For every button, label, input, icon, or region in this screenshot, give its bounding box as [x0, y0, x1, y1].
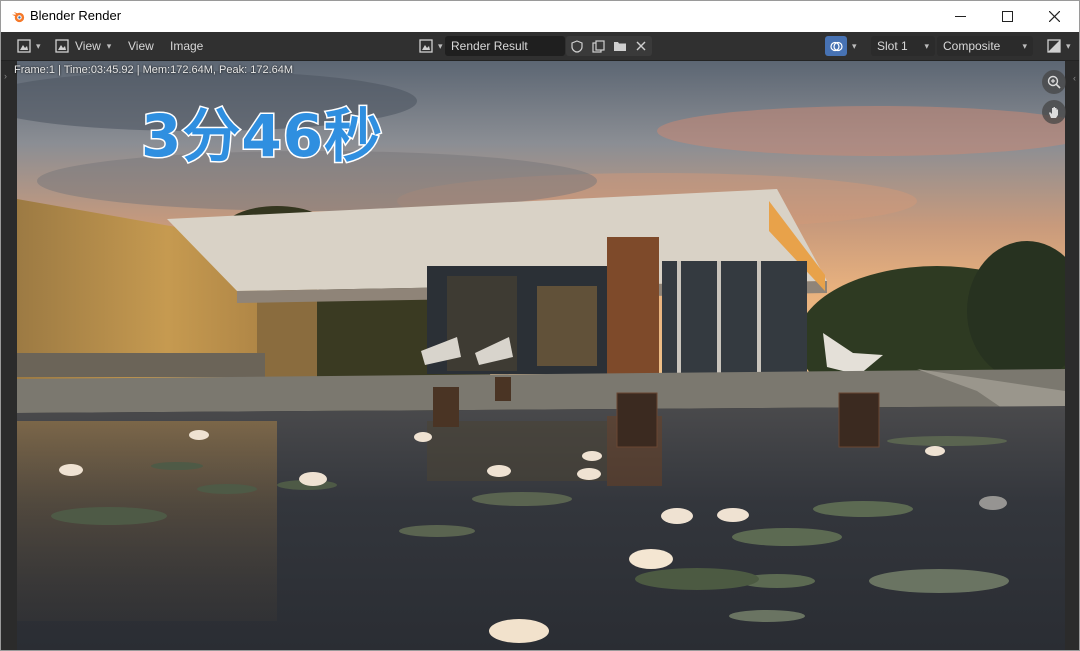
shield-icon	[571, 39, 583, 53]
zoom-button[interactable]	[1042, 70, 1066, 94]
window-title: Blender Render	[30, 8, 122, 23]
new-image-button[interactable]	[588, 36, 610, 56]
minimize-button[interactable]	[937, 1, 983, 32]
maximize-icon	[1001, 11, 1013, 22]
menu-image-label: Image	[170, 39, 204, 53]
slot-dropdown[interactable]: Slot 1 ▾	[871, 36, 935, 56]
chevron-down-icon: ▾	[1022, 40, 1027, 51]
render-pass-value: Composite	[943, 39, 1001, 53]
image-viewport[interactable]: › ‹ Frame:1 | Time:03:45.92 | Mem:172.64…	[1, 61, 1079, 650]
hand-icon	[1049, 107, 1058, 118]
chevron-down-icon: ▾	[852, 40, 857, 51]
zoom-icon	[1047, 75, 1061, 89]
image-name-value: Render Result	[451, 39, 528, 53]
close-icon	[636, 41, 646, 51]
slot-value: Slot 1	[877, 39, 908, 53]
display-channels-dropdown[interactable]: ▾	[1043, 36, 1071, 56]
menu-image[interactable]: Image	[170, 36, 203, 56]
color-alpha-icon	[1043, 36, 1065, 56]
render-stats: Frame:1 | Time:03:45.92 | Mem:172.64M, P…	[14, 64, 294, 76]
duplicate-icon	[592, 39, 605, 53]
blender-render-window: Blender Render ▾ View ▾ View Image ▾ Ren…	[0, 0, 1080, 651]
chevron-down-icon: ▾	[438, 40, 443, 51]
expand-arrow-icon: ›	[4, 71, 7, 81]
blender-logo-icon	[11, 11, 25, 23]
collapse-arrow-icon: ‹	[1073, 73, 1076, 83]
chevron-down-icon: ▾	[924, 40, 929, 51]
view-mode-label: View	[75, 39, 101, 53]
editor-type-selector[interactable]: ▾	[13, 36, 41, 56]
image-browse-icon	[415, 36, 437, 56]
display-settings-dropdown[interactable]: ▾	[825, 36, 857, 56]
image-editor-icon	[13, 36, 35, 56]
overlay-icon	[825, 36, 847, 56]
render-time-overlay: 3分46秒	[139, 101, 384, 172]
pan-button[interactable]	[1042, 100, 1066, 124]
menu-view[interactable]: View	[128, 36, 154, 56]
sidebar-region-toggle[interactable]: ‹	[1065, 61, 1079, 650]
browse-image-button[interactable]: ▾	[415, 36, 443, 56]
render-pass-dropdown[interactable]: Composite ▾	[937, 36, 1033, 56]
fake-user-button[interactable]	[566, 36, 588, 56]
chevron-down-icon: ▾	[36, 40, 41, 51]
close-icon	[1048, 11, 1060, 22]
image-datablock-buttons	[566, 36, 652, 56]
unlink-image-button[interactable]	[631, 36, 653, 56]
view-mode-dropdown[interactable]: View ▾	[51, 36, 111, 56]
folder-icon	[613, 42, 626, 51]
maximize-button[interactable]	[984, 1, 1030, 32]
open-image-button[interactable]	[609, 36, 631, 56]
chevron-down-icon: ▾	[1066, 40, 1071, 51]
title-bar: Blender Render	[1, 1, 1079, 32]
toolbar-region-toggle[interactable]: ›	[1, 61, 17, 650]
menu-view-label: View	[128, 39, 154, 53]
minimize-icon	[954, 16, 966, 17]
image-view-icon	[51, 36, 73, 56]
chevron-down-icon: ▾	[106, 40, 112, 51]
image-editor-header: ▾ View ▾ View Image ▾ Render Result ▾ Sl…	[1, 32, 1079, 61]
image-name-field[interactable]: Render Result	[445, 36, 565, 56]
close-button[interactable]	[1031, 1, 1077, 32]
